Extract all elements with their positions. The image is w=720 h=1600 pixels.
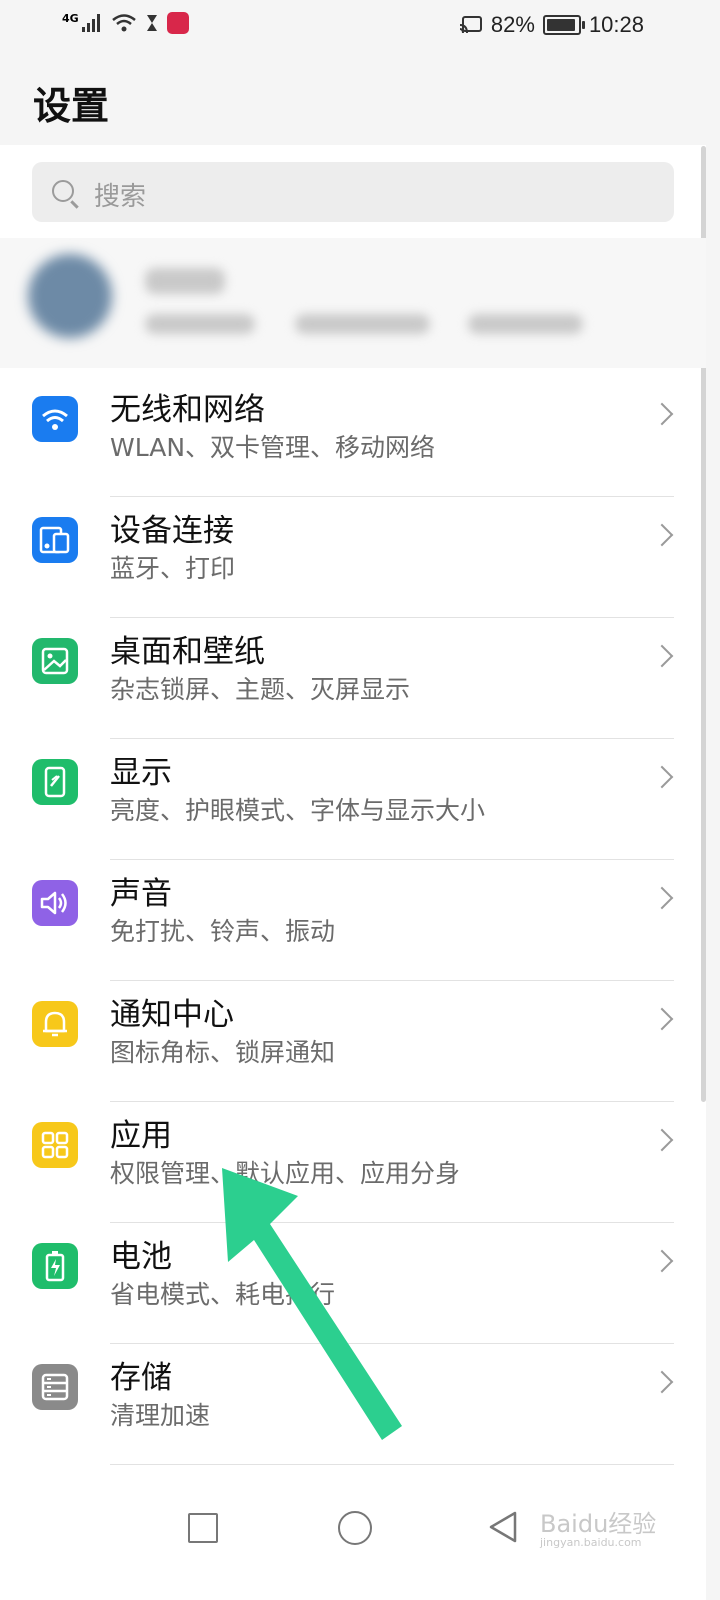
back-button[interactable] bbox=[488, 1510, 518, 1544]
watermark-logo: Baidu经验 bbox=[540, 1510, 657, 1538]
home-button[interactable] bbox=[338, 1511, 372, 1545]
annotation-arrow bbox=[222, 1168, 402, 1440]
watermark-url: jingyan.baidu.com bbox=[540, 1536, 642, 1549]
recents-button[interactable] bbox=[188, 1513, 218, 1543]
